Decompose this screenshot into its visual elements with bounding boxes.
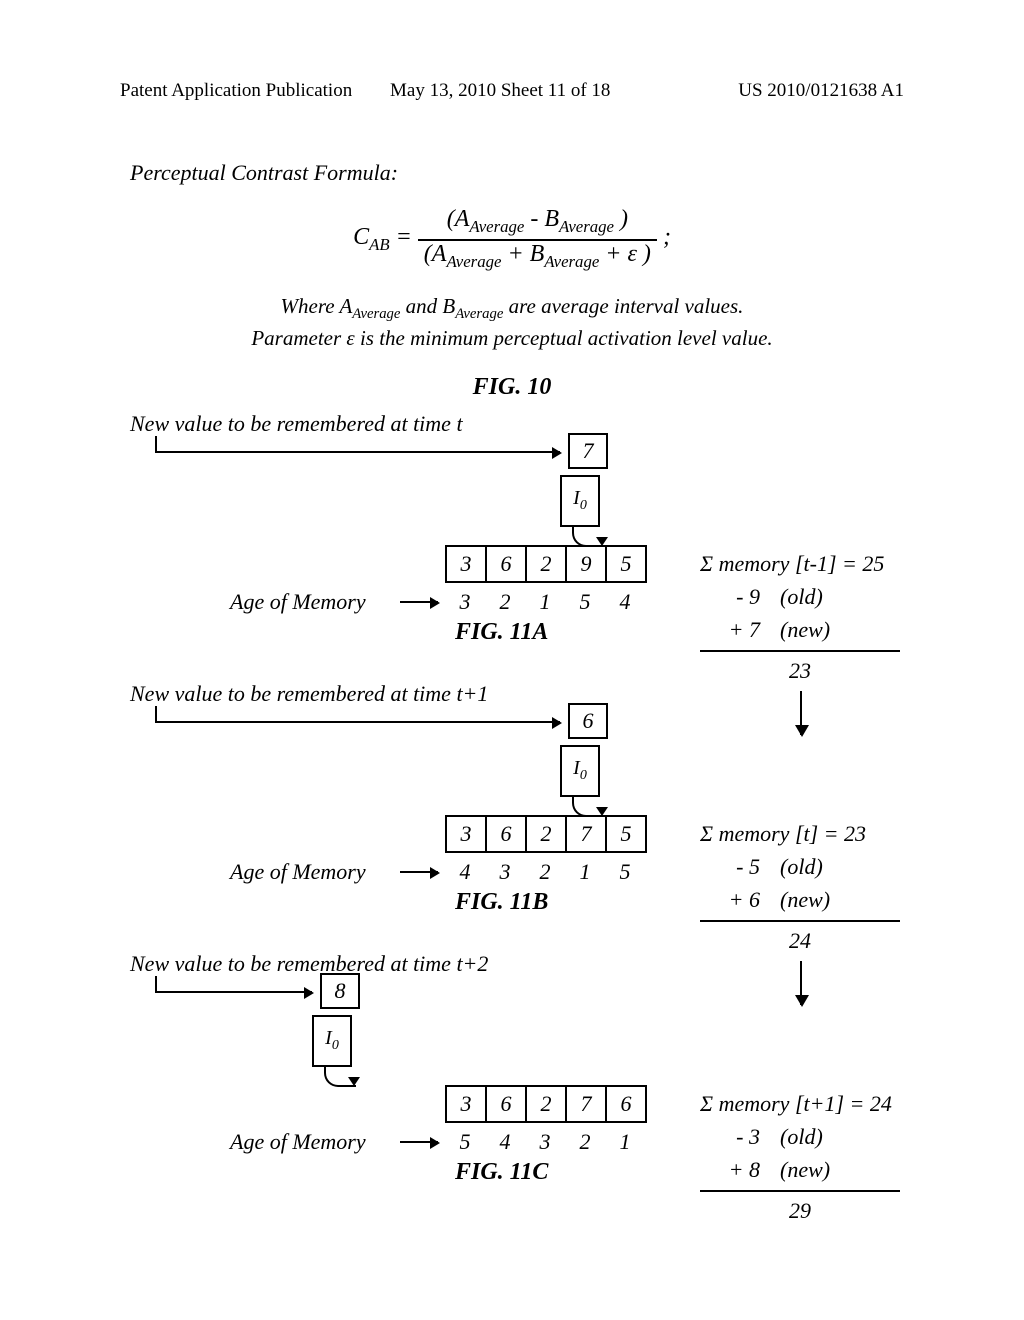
formula-block: CAB = (AAverage - BAverage ) (AAverage +… xyxy=(60,206,964,354)
index-box: I0 xyxy=(560,475,600,527)
memory-cell: 5 xyxy=(605,545,647,583)
age-cell: 2 xyxy=(525,859,565,885)
memory-cell: 3 xyxy=(445,1085,487,1123)
arrow-segment xyxy=(155,991,312,993)
sum-separator xyxy=(700,1190,900,1192)
sum-new: + 8(new) xyxy=(700,1153,900,1186)
age-cell: 3 xyxy=(525,1129,565,1155)
arrow-segment xyxy=(155,976,157,992)
arrow-segment xyxy=(155,721,560,723)
age-row: 54321 xyxy=(445,1129,645,1155)
memory-cell: 2 xyxy=(525,1085,567,1123)
sum-label: Σ memory [t-1] = 25 xyxy=(700,547,900,580)
age-row: 32154 xyxy=(445,589,645,615)
sum-old: - 5(old) xyxy=(700,850,900,883)
arrow-segment xyxy=(155,451,560,453)
age-cell: 1 xyxy=(605,1129,645,1155)
new-value-box: 8 xyxy=(320,973,360,1009)
arrow-segment xyxy=(400,601,438,603)
memory-row: 36275 xyxy=(445,815,647,853)
age-cell: 3 xyxy=(445,589,485,615)
figure-block: New value to be remembered at time t 7 I0 3… xyxy=(60,411,964,671)
sum-label: Σ memory [t+1] = 24 xyxy=(700,1087,900,1120)
arrow-segment xyxy=(155,436,157,452)
formula-note-line2: Parameter ε is the minimum perceptual ac… xyxy=(60,324,964,353)
figure-label: FIG. 11B xyxy=(455,889,548,916)
age-cell: 5 xyxy=(445,1129,485,1155)
sum-block: Σ memory [t-1] = 25- 9(old)+ 7(new)23 xyxy=(700,547,900,687)
sum-total: 29 xyxy=(700,1194,900,1227)
arrow-segment xyxy=(400,1141,438,1143)
age-cell: 4 xyxy=(605,589,645,615)
formula-denominator: (AAverage + BAverage + ε ) xyxy=(418,239,657,272)
fig10-label: FIG. 10 xyxy=(60,374,964,401)
new-value-label: New value to be remembered at time t xyxy=(130,411,463,437)
age-cell: 2 xyxy=(565,1129,605,1155)
header-left: Patent Application Publication xyxy=(120,80,352,102)
memory-cell: 9 xyxy=(565,545,607,583)
age-cell: 1 xyxy=(525,589,565,615)
age-cell: 4 xyxy=(485,1129,525,1155)
sum-old: - 3(old) xyxy=(700,1120,900,1153)
new-value-label: New value to be remembered at time t+2 xyxy=(130,951,488,977)
sum-label: Σ memory [t] = 23 xyxy=(700,817,900,850)
age-of-memory-label: Age of Memory xyxy=(230,859,366,885)
arrow-segment xyxy=(400,871,438,873)
memory-cell: 6 xyxy=(605,1085,647,1123)
formula-lhs: C xyxy=(353,224,369,250)
figure-block: New value to be remembered at time t+28 I… xyxy=(60,951,964,1251)
sum-block: Σ memory [t] = 23- 5(old)+ 6(new)24 xyxy=(700,817,900,957)
age-cell: 1 xyxy=(565,859,605,885)
index-box: I0 xyxy=(312,1015,352,1067)
formula-note-line1: Where AAverage and BAverage are average … xyxy=(60,292,964,325)
memory-row: 36276 xyxy=(445,1085,647,1123)
sum-block: Σ memory [t+1] = 24- 3(old)+ 8(new) 29 xyxy=(700,1087,900,1227)
memory-cell: 2 xyxy=(525,545,567,583)
sum-separator xyxy=(700,650,900,652)
memory-cell: 5 xyxy=(605,815,647,853)
memory-cell: 3 xyxy=(445,545,487,583)
age-of-memory-label: Age of Memory xyxy=(230,589,366,615)
new-value-box: 6 xyxy=(568,703,608,739)
memory-cell: 3 xyxy=(445,815,487,853)
sum-separator xyxy=(700,920,900,922)
index-box: I0 xyxy=(560,745,600,797)
arrow-segment xyxy=(155,706,157,722)
age-of-memory-label: Age of Memory xyxy=(230,1129,366,1155)
formula-note: Where AAverage and BAverage are average … xyxy=(60,292,964,354)
page: Patent Application Publication May 13, 2… xyxy=(0,0,1024,1320)
formula-eq: CAB = (AAverage - BAverage ) (AAverage +… xyxy=(353,224,671,250)
new-value-label: New value to be remembered at time t+1 xyxy=(130,681,488,707)
age-cell: 2 xyxy=(485,589,525,615)
new-value-box: 7 xyxy=(568,433,608,469)
age-cell: 5 xyxy=(565,589,605,615)
arrow-tip xyxy=(348,1077,360,1086)
memory-cell: 6 xyxy=(485,545,527,583)
figure-label: FIG. 11C xyxy=(455,1159,548,1186)
memory-cell: 6 xyxy=(485,815,527,853)
content: Perceptual Contrast Formula: CAB = (AAve… xyxy=(60,160,964,1251)
memory-cell: 7 xyxy=(565,815,607,853)
age-cell: 5 xyxy=(605,859,645,885)
memory-cell: 7 xyxy=(565,1085,607,1123)
figure-label: FIG. 11A xyxy=(455,619,548,646)
formula-title: Perceptual Contrast Formula: xyxy=(130,160,964,186)
sum-new: + 6(new) xyxy=(700,883,900,916)
formula-tail: ; xyxy=(663,224,671,250)
header-mid: May 13, 2010 Sheet 11 of 18 xyxy=(390,80,610,102)
age-cell: 3 xyxy=(485,859,525,885)
formula-fraction: (AAverage - BAverage ) (AAverage + BAver… xyxy=(418,206,657,272)
figs-container: New value to be remembered at time t 7 I0 3… xyxy=(60,411,964,1251)
sum-old: - 9(old) xyxy=(700,580,900,613)
age-cell: 4 xyxy=(445,859,485,885)
memory-row: 36295 xyxy=(445,545,647,583)
memory-cell: 6 xyxy=(485,1085,527,1123)
header-right: US 2010/0121638 A1 xyxy=(738,80,904,102)
memory-cell: 2 xyxy=(525,815,567,853)
figure-block: New value to be remembered at time t+16I… xyxy=(60,681,964,941)
age-row: 43215 xyxy=(445,859,645,885)
formula-numerator: (AAverage - BAverage ) xyxy=(418,206,657,237)
sum-new: + 7(new) xyxy=(700,613,900,646)
formula-lhs-sub: AB xyxy=(369,235,390,254)
